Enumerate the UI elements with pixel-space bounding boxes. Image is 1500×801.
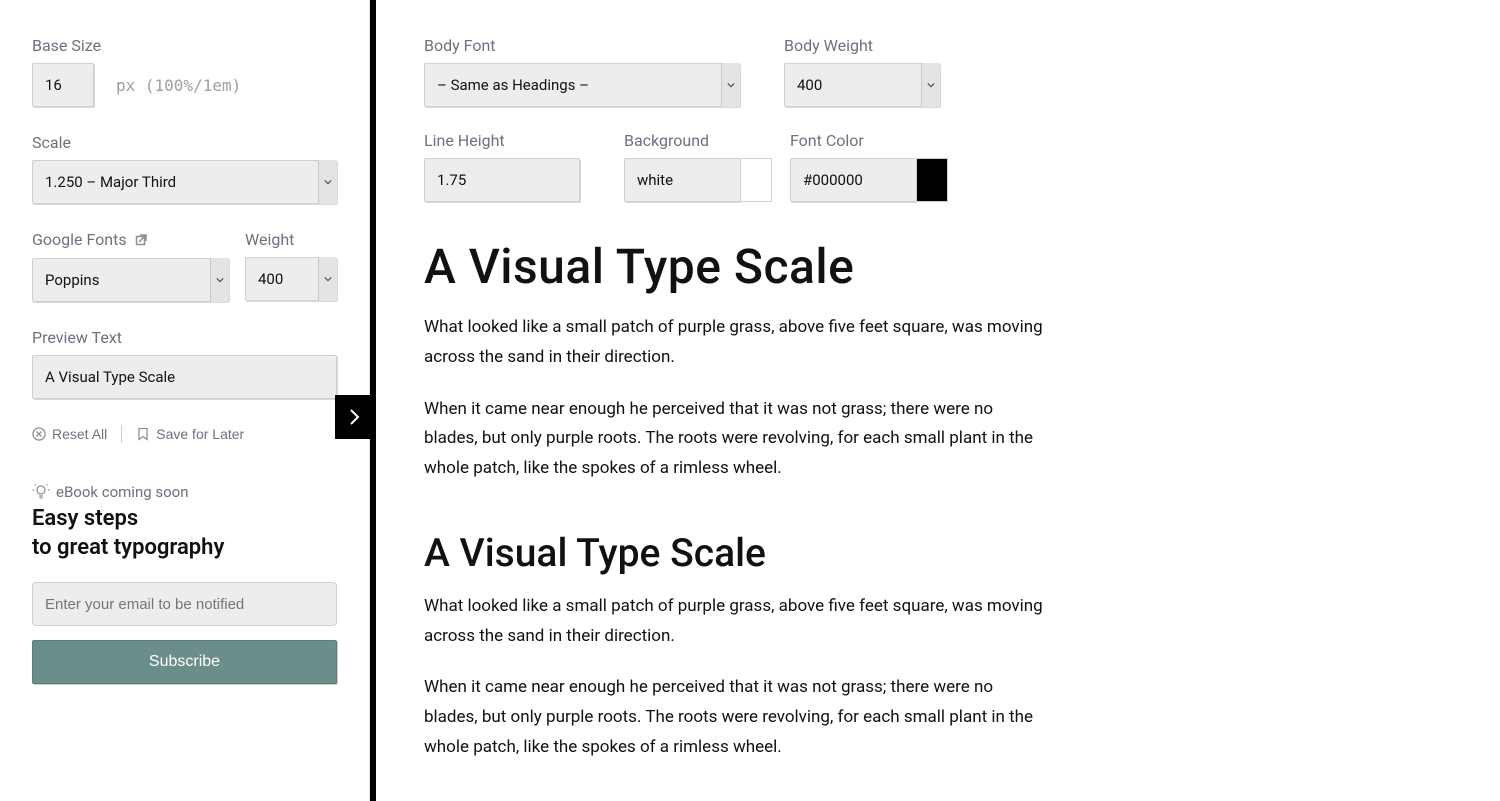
reset-all-button[interactable]: Reset All [32,426,107,442]
line-height-label: Line Height [424,131,580,150]
reset-all-label: Reset All [52,426,107,442]
settings-sidebar: Base Size px (100%/1em) Scale 1.250 – Ma… [0,0,370,801]
email-input[interactable] [32,582,337,626]
scale-label: Scale [32,133,337,152]
bookmark-icon [136,427,150,441]
lightbulb-icon [32,483,50,501]
save-later-button[interactable]: Save for Later [136,426,244,442]
divider [121,425,122,443]
scale-field: Scale 1.250 – Major Third [32,133,337,204]
sidebar-actions: Reset All Save for Later [32,425,337,443]
scale-select[interactable]: 1.250 – Major Third [32,160,337,204]
sidebar-toggle-button[interactable] [335,395,373,439]
line-height-input[interactable] [424,158,580,202]
base-size-hint: px (100%/1em) [116,76,241,95]
preview-paragraph: When it came near enough he perceived th… [424,673,1044,762]
save-later-label: Save for Later [156,426,244,442]
preview-panel: Body Font – Same as Headings – Body Weig… [376,0,1500,801]
preview-paragraph: What looked like a small patch of purple… [424,313,1044,373]
external-link-icon[interactable] [135,231,149,250]
base-size-field: Base Size px (100%/1em) [32,36,337,107]
google-fonts-label: Google Fonts [32,230,229,250]
ebook-promo: eBook coming soon Easy steps to great ty… [32,483,337,684]
font-color-input[interactable] [790,158,916,202]
background-input[interactable] [624,158,740,202]
close-circle-icon [32,427,46,441]
body-font-select[interactable]: – Same as Headings – [424,63,740,107]
preview-text-field: Preview Text [32,328,337,399]
panel-divider [370,0,376,801]
preview-text-label: Preview Text [32,328,337,347]
body-font-label: Body Font [424,36,740,55]
body-font-controls: Body Font – Same as Headings – Body Weig… [424,36,1452,107]
preview-heading-h1: A Visual Type Scale [424,238,1452,295]
subscribe-button[interactable]: Subscribe [32,640,337,684]
ebook-kicker: eBook coming soon [32,483,337,501]
heading-weight-select[interactable]: 400 [245,257,337,301]
font-weight-row: Google Fonts Poppins Weight 400 [32,230,337,302]
base-size-input[interactable] [32,63,94,107]
ebook-title: Easy steps to great typography [32,505,337,562]
background-swatch[interactable] [740,158,772,202]
body-weight-select[interactable]: 400 [784,63,940,107]
chevron-right-icon [347,408,361,426]
base-size-label: Base Size [32,36,337,55]
background-label: Background [624,131,772,150]
typography-controls: Line Height Background Font Color [424,131,1452,202]
font-color-label: Font Color [790,131,948,150]
heading-weight-label: Weight [245,230,337,249]
preview-paragraph: What looked like a small patch of purple… [424,592,1044,652]
preview-heading-h2: A Visual Type Scale [424,530,1452,576]
preview-paragraph: When it came near enough he perceived th… [424,395,1044,484]
font-color-swatch[interactable] [916,158,948,202]
body-weight-label: Body Weight [784,36,940,55]
google-fonts-select[interactable]: Poppins [32,258,229,302]
preview-text-input[interactable] [32,355,337,399]
